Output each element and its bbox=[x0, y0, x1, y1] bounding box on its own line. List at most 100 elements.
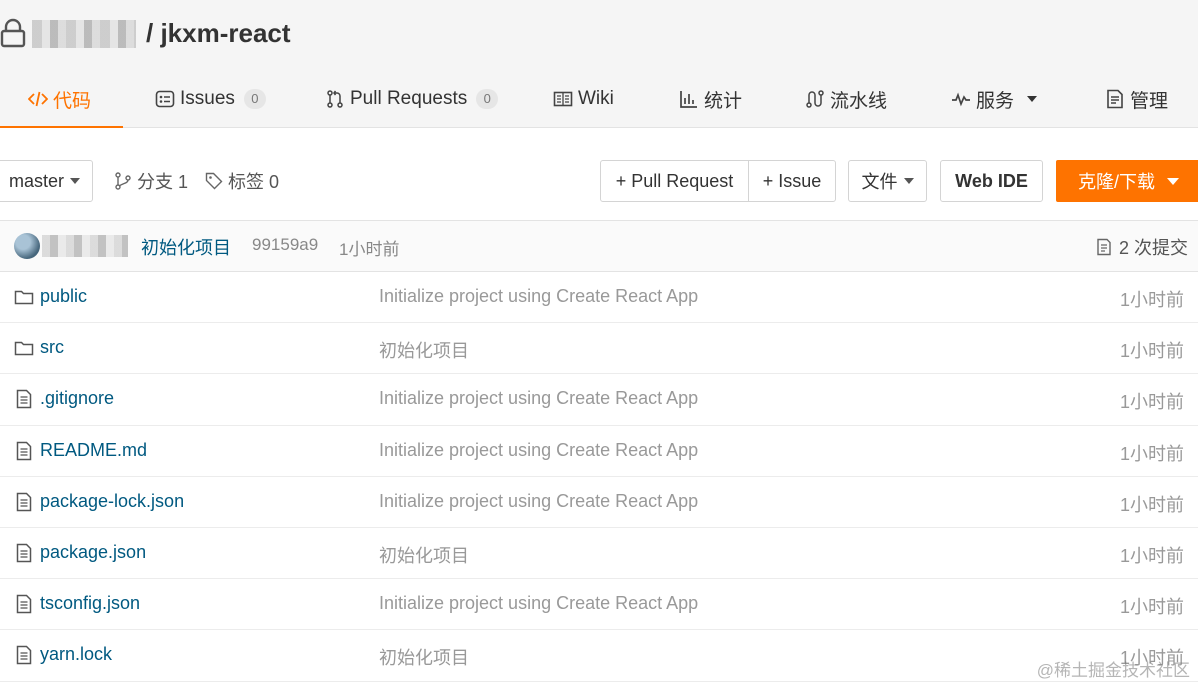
file-commit-message[interactable]: Initialize project using Create React Ap… bbox=[379, 388, 698, 409]
pipeline-icon bbox=[806, 90, 824, 108]
web-ide-button[interactable]: Web IDE bbox=[940, 160, 1043, 202]
pull-requests-count-badge: 0 bbox=[476, 89, 499, 109]
clone-download-label: 克隆/下载 bbox=[1077, 172, 1155, 192]
branch-select[interactable]: master bbox=[0, 160, 93, 202]
web-ide-label: Web IDE bbox=[955, 170, 1028, 191]
file-row[interactable]: README.md Initialize project using Create… bbox=[0, 426, 1198, 477]
tab-stats-label: 统计 bbox=[704, 90, 743, 112]
tab-wiki-label: Wiki bbox=[578, 88, 614, 109]
file-name-link[interactable]: tsconfig.json bbox=[40, 593, 140, 614]
tab-pipeline[interactable]: 流水线 bbox=[805, 70, 887, 128]
file-commit-time: 1小时前 bbox=[1119, 494, 1184, 515]
commits-icon bbox=[1097, 238, 1111, 256]
file-row[interactable]: package.json 初始化项目 1小时前 bbox=[0, 528, 1198, 580]
tab-services-label: 服务 bbox=[976, 90, 1015, 112]
file-commit-message[interactable]: Initialize project using Create React Ap… bbox=[379, 491, 698, 512]
commit-count-link[interactable]: 2 次提交 bbox=[1095, 234, 1188, 260]
lock-icon bbox=[0, 18, 26, 48]
commit-message[interactable]: 初始化项目 bbox=[141, 234, 231, 260]
chevron-down-icon bbox=[1027, 96, 1038, 102]
folder-icon bbox=[14, 287, 34, 307]
file-icon bbox=[14, 389, 34, 409]
file-row[interactable]: .gitignore Initialize project using Creat… bbox=[0, 374, 1198, 426]
file-commit-message[interactable]: 初始化项目 bbox=[379, 542, 469, 568]
file-menu-label: 文件 bbox=[861, 172, 898, 192]
commit-sha[interactable]: 99159a9 bbox=[252, 235, 318, 255]
chevron-down-icon bbox=[70, 178, 80, 184]
tab-pull-requests-label: Pull Requests bbox=[350, 88, 468, 109]
file-commit-message[interactable]: 初始化项目 bbox=[379, 337, 469, 363]
settings-doc-icon bbox=[1107, 89, 1123, 109]
tab-pipeline-label: 流水线 bbox=[830, 90, 888, 112]
issues-icon bbox=[155, 90, 175, 108]
issues-count-badge: 0 bbox=[243, 89, 266, 109]
folder-icon bbox=[14, 338, 34, 358]
file-commit-time: 1小时前 bbox=[1119, 443, 1184, 464]
repo-toolbar: master 分支 1 标签 0 + Pull Request + Issue … bbox=[0, 128, 1198, 220]
file-menu-button[interactable]: 文件 bbox=[848, 160, 927, 202]
file-commit-time: 1小时前 bbox=[1119, 341, 1184, 362]
file-name-link[interactable]: public bbox=[40, 286, 87, 307]
file-commit-time: 1小时前 bbox=[1119, 597, 1184, 618]
file-icon bbox=[14, 492, 34, 512]
owner-name-blurred[interactable] bbox=[32, 20, 136, 48]
repo-title[interactable]: / jkxm-react bbox=[146, 18, 291, 49]
file-commit-message[interactable]: 初始化项目 bbox=[379, 644, 469, 670]
tab-stats[interactable]: 统计 bbox=[679, 70, 742, 128]
tab-code-label: 代码 bbox=[53, 90, 92, 112]
chevron-down-icon bbox=[1167, 177, 1179, 185]
tab-wiki[interactable]: Wiki bbox=[553, 70, 614, 128]
avatar[interactable] bbox=[14, 233, 40, 259]
pulse-icon bbox=[952, 92, 970, 107]
file-commit-time: 1小时前 bbox=[1119, 545, 1184, 566]
book-icon bbox=[553, 91, 573, 107]
file-row[interactable]: tsconfig.json Initialize project using Cr… bbox=[0, 579, 1198, 631]
tab-issues[interactable]: Issues 0 bbox=[155, 70, 266, 128]
file-name-link[interactable]: README.md bbox=[40, 440, 147, 461]
file-name-link[interactable]: src bbox=[40, 337, 64, 358]
tag-icon bbox=[205, 172, 223, 190]
branch-select-label: master bbox=[8, 170, 64, 191]
file-commit-time: 1小时前 bbox=[1119, 392, 1184, 413]
tab-issues-label: Issues bbox=[180, 88, 235, 109]
commit-author-blurred[interactable] bbox=[42, 235, 128, 257]
commit-count-label: 2 次提交 bbox=[1118, 238, 1188, 258]
repo-header: / jkxm-react bbox=[0, 0, 1198, 70]
new-issue-label: + Issue bbox=[762, 170, 822, 191]
watermark: @稀土掘金技术社区 bbox=[1036, 661, 1190, 680]
pull-request-icon bbox=[327, 90, 343, 108]
branch-icon bbox=[115, 172, 131, 190]
branches-label: 分支 1 bbox=[137, 172, 189, 192]
file-commit-message[interactable]: Initialize project using Create React Ap… bbox=[379, 286, 698, 307]
tab-manage[interactable]: 管理 bbox=[1105, 70, 1168, 128]
tags-label: 标签 0 bbox=[228, 172, 280, 192]
commit-time: 1小时前 bbox=[339, 240, 400, 259]
tab-services[interactable]: 服务 bbox=[951, 70, 1038, 128]
clone-download-button[interactable]: 克隆/下载 bbox=[1056, 160, 1198, 202]
repo-tabs: 代码 Issues 0 Pull Requests 0 Wiki 统计 流水线 … bbox=[0, 70, 1198, 129]
new-issue-button[interactable]: + Issue bbox=[748, 160, 836, 202]
tab-code[interactable]: 代码 bbox=[0, 70, 123, 129]
code-icon bbox=[28, 91, 48, 107]
tab-pull-requests[interactable]: Pull Requests 0 bbox=[325, 70, 499, 128]
file-row[interactable]: src 初始化项目 1小时前 bbox=[0, 323, 1198, 375]
file-commit-message[interactable]: Initialize project using Create React Ap… bbox=[379, 593, 698, 614]
file-icon bbox=[14, 543, 34, 563]
file-row[interactable]: public Initialize project using Create Re… bbox=[0, 272, 1198, 324]
file-icon bbox=[14, 645, 34, 665]
file-name-link[interactable]: yarn.lock bbox=[40, 644, 112, 665]
chevron-down-icon bbox=[903, 178, 914, 184]
file-name-link[interactable]: package.json bbox=[40, 542, 146, 563]
file-commit-message[interactable]: Initialize project using Create React Ap… bbox=[379, 440, 698, 461]
bar-chart-icon bbox=[680, 91, 697, 108]
new-pull-request-label: + Pull Request bbox=[615, 170, 734, 191]
file-name-link[interactable]: .gitignore bbox=[40, 388, 114, 409]
new-pull-request-button[interactable]: + Pull Request bbox=[600, 160, 749, 202]
file-row[interactable]: package-lock.json Initialize project usin… bbox=[0, 477, 1198, 528]
latest-commit-bar: 初始化项目 99159a9 1小时前 2 次提交 bbox=[0, 220, 1198, 272]
file-name-link[interactable]: package-lock.json bbox=[40, 491, 184, 512]
tags-link[interactable]: 标签 0 bbox=[205, 160, 279, 202]
file-row[interactable]: yarn.lock 初始化项目 1小时前 bbox=[0, 630, 1198, 682]
branches-link[interactable]: 分支 1 bbox=[114, 160, 188, 202]
file-commit-time: 1小时前 bbox=[1119, 290, 1184, 310]
